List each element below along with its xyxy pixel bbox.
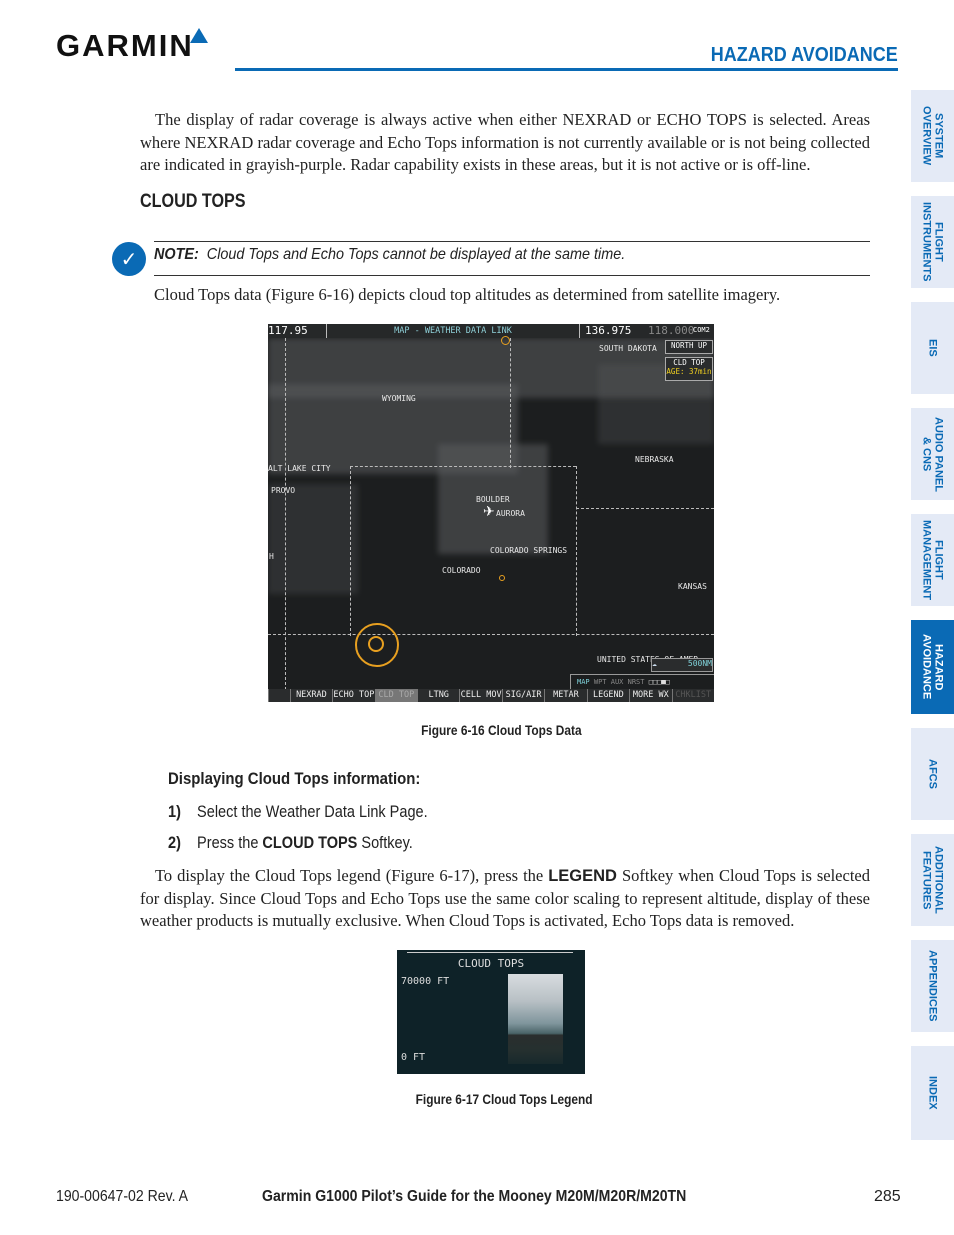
tab-additional-features[interactable]: ADDITIONAL FEATURES bbox=[911, 834, 954, 926]
page-group-nrst: NRST bbox=[627, 678, 645, 686]
tab-label: APPENDICES bbox=[926, 950, 939, 1022]
footer-doc-number: 190-00647-02 Rev. A bbox=[56, 1188, 189, 1205]
tab-label: SYSTEM OVERVIEW bbox=[920, 106, 945, 166]
tab-afcs[interactable]: AFCS bbox=[911, 728, 954, 820]
aircraft-icon: ✈ bbox=[483, 504, 495, 520]
subheading: Displaying Cloud Tops information: bbox=[168, 769, 421, 788]
note-rule-top bbox=[154, 241, 870, 242]
note: NOTE: Cloud Tops and Echo Tops cannot be… bbox=[154, 246, 625, 264]
note-label: NOTE: bbox=[154, 246, 199, 263]
step-1: 1) Select the Weather Data Link Page. bbox=[168, 803, 428, 822]
tab-label: INDEX bbox=[926, 1076, 939, 1110]
product-label: CLD TOP bbox=[673, 358, 705, 367]
garmin-logo-triangle-icon bbox=[190, 28, 208, 43]
legend-max-label: 70000 FT bbox=[401, 976, 450, 987]
product-box: CLD TOP AGE: 37min bbox=[665, 357, 713, 381]
legend-min-label: 0 FT bbox=[401, 1052, 426, 1063]
footer-title: Garmin G1000 Pilot’s Guide for the Moone… bbox=[262, 1188, 687, 1205]
page-title: MAP - WEATHER DATA LINK bbox=[326, 324, 580, 338]
weather-map-figure: 117.95 MAP - WEATHER DATA LINK 136.975 1… bbox=[268, 324, 714, 702]
softkey-blank[interactable] bbox=[268, 689, 290, 702]
page-group-indicator: MAP WPT AUX NRST □□□■□ bbox=[570, 674, 714, 690]
header-rule bbox=[235, 68, 898, 71]
note-check-icon: ✓ bbox=[112, 242, 146, 276]
map-label: WYOMING bbox=[382, 394, 416, 403]
para-text: To display the Cloud Tops legend (Figure… bbox=[155, 866, 549, 885]
softkey-legend[interactable]: LEGEND bbox=[586, 689, 629, 702]
figure-caption-6-17: Figure 6-17 Cloud Tops Legend bbox=[415, 1091, 593, 1107]
range-box: ☁ 500NM bbox=[651, 658, 713, 672]
garmin-logo: GARMIN bbox=[56, 28, 194, 63]
legend-softkey-name: LEGEND bbox=[548, 867, 617, 885]
manual-page: GARMIN HAZARD AVOIDANCE The display of r… bbox=[0, 0, 954, 1235]
tab-eis[interactable]: EIS bbox=[911, 302, 954, 394]
map-label: SOUTH DAKOTA bbox=[599, 344, 657, 353]
map-label: NEBRASKA bbox=[635, 455, 674, 464]
tab-label: HAZARD AVOIDANCE bbox=[920, 634, 945, 700]
com2-active: 136.975 bbox=[585, 324, 632, 337]
tab-index[interactable]: INDEX bbox=[911, 1046, 954, 1140]
map-range: 500NM bbox=[687, 659, 712, 668]
page-number: 285 bbox=[874, 1188, 901, 1205]
page-group-aux: AUX bbox=[610, 678, 624, 686]
intro-paragraph: The display of radar coverage is always … bbox=[140, 110, 870, 174]
legend-paragraph: To display the Cloud Tops legend (Figure… bbox=[140, 865, 870, 933]
page-group-map: MAP bbox=[577, 678, 590, 686]
softkey-cell-mov[interactable]: CELL MOV bbox=[459, 689, 502, 702]
softkey-metar[interactable]: METAR bbox=[544, 689, 586, 702]
map-label: AURORA bbox=[496, 509, 525, 518]
com2-standby: 118.000 bbox=[648, 324, 695, 337]
map-top-bar: 117.95 MAP - WEATHER DATA LINK 136.975 1… bbox=[268, 324, 714, 338]
step-2: 2) Press the CLOUD TOPS Softkey. bbox=[168, 834, 413, 853]
softkey-cld-top[interactable]: CLD TOP bbox=[374, 689, 417, 702]
figure-caption-6-16: Figure 6-16 Cloud Tops Data bbox=[421, 722, 582, 738]
softkey-ltng[interactable]: LTNG bbox=[416, 689, 459, 702]
softkey-nexrad[interactable]: NEXRAD bbox=[289, 689, 332, 702]
cloud-icon: ☁ bbox=[652, 659, 657, 668]
note-rule-bottom bbox=[154, 275, 870, 276]
map-label: COLORADO bbox=[442, 566, 481, 575]
tab-label: EIS bbox=[926, 339, 939, 357]
softkey-sig-air[interactable]: SIG/AIR bbox=[501, 689, 544, 702]
orientation-box: NORTH UP bbox=[665, 340, 713, 354]
map-label: KANSAS bbox=[678, 582, 707, 591]
tab-label: AUDIO PANEL & CNS bbox=[920, 416, 945, 492]
map-label: BOULDER bbox=[476, 495, 510, 504]
section-title: HAZARD AVOIDANCE bbox=[710, 44, 898, 66]
tab-label: ADDITIONAL FEATURES bbox=[920, 846, 945, 914]
com2-label: COM2 bbox=[693, 326, 710, 334]
map-label: PROVO bbox=[271, 486, 296, 495]
step-text: Press the bbox=[197, 834, 263, 852]
softkey-echo-top[interactable]: ECHO TOP bbox=[332, 689, 374, 702]
step-number: 1) bbox=[168, 803, 181, 821]
softkey-bar: NEXRAD ECHO TOP CLD TOP LTNG CELL MOV SI… bbox=[268, 689, 714, 702]
map-label: ALT LAKE CITY bbox=[268, 464, 331, 473]
softkey-chklist[interactable]: CHKLIST bbox=[671, 689, 714, 702]
cloud-tops-legend-figure: CLOUD TOPS 70000 FT 0 FT bbox=[397, 950, 585, 1074]
tab-flight-management[interactable]: FLIGHT MANAGEMENT bbox=[911, 514, 954, 606]
tab-label: FLIGHT MANAGEMENT bbox=[920, 519, 945, 601]
tab-system-overview[interactable]: SYSTEM OVERVIEW bbox=[911, 90, 954, 182]
tab-audio-panel-cns[interactable]: AUDIO PANEL & CNS bbox=[911, 408, 954, 500]
tab-label: AFCS bbox=[926, 759, 939, 789]
tab-flight-instruments[interactable]: FLIGHT INSTRUMENTS bbox=[911, 196, 954, 288]
step-number: 2) bbox=[168, 834, 181, 852]
tab-label: FLIGHT INSTRUMENTS bbox=[920, 202, 945, 282]
note-text: Cloud Tops and Echo Tops cannot be displ… bbox=[206, 246, 626, 263]
step-text: Softkey. bbox=[357, 834, 413, 852]
page-group-wpt: WPT bbox=[593, 678, 607, 686]
legend-title: CLOUD TOPS bbox=[457, 957, 525, 970]
tab-hazard-avoidance[interactable]: HAZARD AVOIDANCE bbox=[911, 620, 954, 714]
softkey-more-wx[interactable]: MORE WX bbox=[629, 689, 671, 702]
cloud-tops-paragraph: Cloud Tops data (Figure 6-16) depicts cl… bbox=[154, 285, 781, 304]
com1-frequency: 117.95 bbox=[268, 324, 308, 337]
legend-color-scale bbox=[508, 974, 563, 1064]
product-age: AGE: 37min bbox=[666, 367, 712, 376]
map-label: H bbox=[269, 552, 274, 561]
step-text: Select the Weather Data Link Page. bbox=[197, 803, 428, 821]
map-label: COLORADO SPRINGS bbox=[490, 546, 568, 555]
heading-cloud-tops: CLOUD TOPS bbox=[140, 191, 246, 212]
tab-appendices[interactable]: APPENDICES bbox=[911, 940, 954, 1032]
step-softkey-name: CLOUD TOPS bbox=[262, 834, 358, 852]
